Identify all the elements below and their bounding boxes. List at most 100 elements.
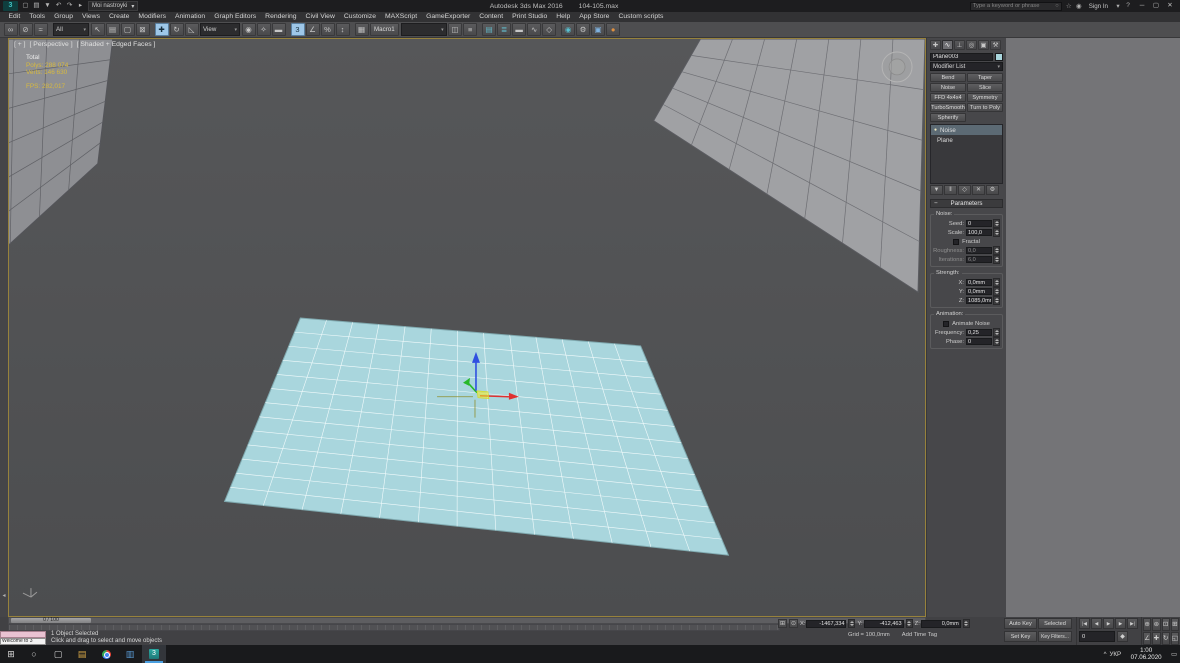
viewport-tab-arrow-icon[interactable]: ◂ xyxy=(2,592,5,599)
render-production-icon[interactable]: ● xyxy=(606,23,620,36)
key-filters-button[interactable]: Key Filters... xyxy=(1038,631,1072,642)
help-search-input[interactable]: Type a keyword or phrase ○ xyxy=(970,2,1062,11)
window-crossing-icon[interactable]: ⊠ xyxy=(136,23,150,36)
redo-icon[interactable]: ↷ xyxy=(64,1,75,11)
coordinate-y-field[interactable]: -412,463 xyxy=(864,620,904,628)
object-color-swatch[interactable] xyxy=(995,53,1003,61)
strength-y-spinner[interactable] xyxy=(993,287,1000,296)
next-frame-button[interactable]: ▶ xyxy=(1115,618,1126,629)
named-selection-sets-dropdown[interactable]: ▾ xyxy=(401,23,447,36)
toggle-ribbon-icon[interactable]: ▬ xyxy=(512,23,526,36)
task-view-icon[interactable]: ▢ xyxy=(46,645,70,663)
iterations-spinner[interactable] xyxy=(993,255,1000,264)
key-selection-dropdown[interactable]: Selected xyxy=(1038,618,1072,629)
modifier-button-symmetry[interactable]: Symmetry xyxy=(967,93,1003,102)
macro1-button[interactable]: Macro1 xyxy=(370,23,399,36)
schematic-view-icon[interactable]: ◇ xyxy=(542,23,556,36)
modifier-button-turn-to-poly[interactable]: Turn to Poly xyxy=(967,103,1003,112)
viewcube[interactable] xyxy=(889,59,905,75)
go-to-start-button[interactable]: |◀ xyxy=(1079,618,1090,629)
bind-to-space-warp-icon[interactable]: ≈ xyxy=(34,23,48,36)
menu-rendering[interactable]: Rendering xyxy=(261,12,301,22)
open-file-icon[interactable]: ▤ xyxy=(31,1,42,11)
current-frame-field[interactable]: 0 xyxy=(1079,631,1115,642)
world-axis-y[interactable] xyxy=(31,592,37,597)
select-and-move-icon[interactable]: ✚ xyxy=(155,23,169,36)
frequency-field[interactable]: 0,25 xyxy=(966,329,992,336)
favorites-icon[interactable]: ☆ xyxy=(1064,2,1074,10)
stack-item-noise[interactable]: ●Noise xyxy=(931,125,1002,135)
pin-stack-button[interactable]: ▼ xyxy=(930,185,943,195)
strength-x-field[interactable]: 0,0mm xyxy=(966,279,992,286)
coordinate-z-field[interactable]: 0,0mm xyxy=(921,620,961,628)
toggle-layer-explorer-icon[interactable]: ≣ xyxy=(497,23,511,36)
viewport-general-menu[interactable]: [ + ] xyxy=(14,41,26,48)
3ds-max-taskbar-icon[interactable]: 3 xyxy=(142,645,166,663)
phase-spinner[interactable] xyxy=(993,337,1000,346)
menu-custom-scripts[interactable]: Custom scripts xyxy=(614,12,668,22)
tab-utilities-icon[interactable]: ⚒ xyxy=(990,40,1001,50)
snaps-toggle-3d-icon[interactable]: 3 xyxy=(291,23,305,36)
seed-field[interactable]: 0 xyxy=(966,220,992,227)
menu-tools[interactable]: Tools xyxy=(25,12,50,22)
coordinate-x-spinner[interactable] xyxy=(848,619,855,628)
toggle-scene-explorer-icon[interactable]: ▤ xyxy=(482,23,496,36)
modifier-button-slice[interactable]: Slice xyxy=(967,83,1003,92)
stack-item-plane[interactable]: Plane xyxy=(931,135,1002,145)
iterations-field[interactable]: 6,0 xyxy=(966,256,992,263)
roughness-spinner[interactable] xyxy=(993,246,1000,255)
language-indicator[interactable]: УКР xyxy=(1109,651,1121,658)
key-mode-toggle-button[interactable]: ◆ xyxy=(1117,631,1128,642)
coordinate-x-field[interactable]: -1467,334 xyxy=(806,620,846,628)
select-object-icon[interactable]: ↖ xyxy=(91,23,105,36)
menu-maxscript[interactable]: MAXScript xyxy=(380,12,421,22)
tab-create-icon[interactable]: ✚ xyxy=(930,40,941,50)
menu-content[interactable]: Content xyxy=(475,12,508,22)
animate-noise-checkbox[interactable] xyxy=(943,321,949,327)
modifier-list-dropdown[interactable]: Modifier List ▾ xyxy=(930,62,1003,71)
previous-frame-button[interactable]: ◀ xyxy=(1091,618,1102,629)
roughness-field[interactable]: 0,0 xyxy=(966,247,992,254)
configure-modifier-sets-button[interactable]: ⚙ xyxy=(986,185,999,195)
modifier-button-ffd-4x4x4[interactable]: FFD 4x4x4 xyxy=(930,93,966,102)
close-button[interactable]: ✕ xyxy=(1163,1,1177,11)
time-slider-handle[interactable]: 0 / 100 xyxy=(11,618,91,623)
track-bar[interactable] xyxy=(8,624,780,631)
mirror-icon[interactable]: ◫ xyxy=(448,23,462,36)
pan-view-icon[interactable]: ✚ xyxy=(1152,632,1160,645)
workspace-dropdown[interactable]: Moi nastroyki▾ xyxy=(88,1,138,11)
sign-in-avatar-icon[interactable]: ◉ xyxy=(1074,2,1084,10)
chrome-icon[interactable] xyxy=(94,645,118,663)
scale-field[interactable]: 100,0 xyxy=(966,229,992,236)
orbit-icon[interactable]: ↻ xyxy=(1162,632,1170,645)
menu-customize[interactable]: Customize xyxy=(339,12,380,22)
strength-z-field[interactable]: 1085,0mm xyxy=(966,297,992,304)
perspective-viewport[interactable]: [ + ] [ Perspective ] [ Shaded + Edged F… xyxy=(8,38,926,617)
angle-snap-icon[interactable]: ∠ xyxy=(306,23,320,36)
coordinate-z-spinner[interactable] xyxy=(963,619,970,628)
world-axis-x[interactable] xyxy=(23,593,31,597)
edit-named-selections-icon[interactable]: ▦ xyxy=(355,23,369,36)
menu-graph-editors[interactable]: Graph Editors xyxy=(210,12,261,22)
minimize-button[interactable]: ─ xyxy=(1135,1,1149,11)
play-animation-button[interactable]: ▶ xyxy=(1103,618,1114,629)
macro-recorder-field[interactable] xyxy=(0,631,46,638)
field-of-view-icon[interactable]: ∠ xyxy=(1143,632,1151,645)
percent-snap-icon[interactable]: % xyxy=(321,23,335,36)
maximize-button[interactable]: ▢ xyxy=(1149,1,1163,11)
rendered-frame-icon[interactable]: ▣ xyxy=(591,23,605,36)
curve-editor-icon[interactable]: ∿ xyxy=(527,23,541,36)
fetch-icon[interactable]: ▸ xyxy=(75,1,86,11)
auto-key-button[interactable]: Auto Key xyxy=(1004,618,1037,629)
unlink-selection-icon[interactable]: ⊘ xyxy=(19,23,33,36)
modifier-button-bend[interactable]: Bend xyxy=(930,73,966,82)
menu-edit[interactable]: Edit xyxy=(4,12,25,22)
frequency-spinner[interactable] xyxy=(993,328,1000,337)
menu-gameexporter[interactable]: GameExporter xyxy=(422,12,475,22)
strength-x-spinner[interactable] xyxy=(993,278,1000,287)
keyboard-override-icon[interactable]: ▬ xyxy=(272,23,286,36)
select-and-link-icon[interactable]: ∞ xyxy=(4,23,18,36)
undo-icon[interactable]: ↶ xyxy=(53,1,64,11)
maxscript-listener-field[interactable]: Welcome to 3 xyxy=(0,638,46,645)
spinner-snap-icon[interactable]: ↕ xyxy=(336,23,350,36)
